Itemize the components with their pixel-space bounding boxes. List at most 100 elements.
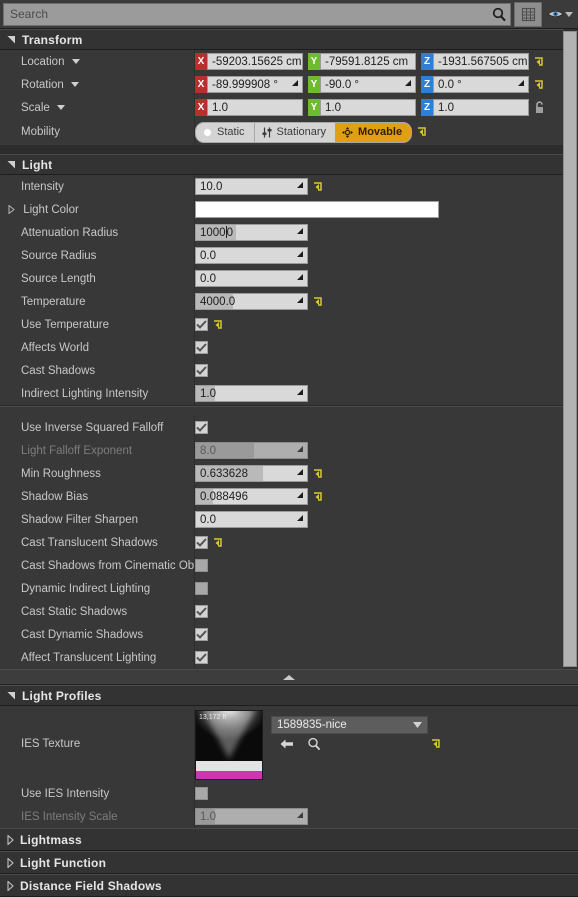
chevron-down-icon[interactable] <box>565 11 573 17</box>
revert-icon[interactable] <box>313 181 324 193</box>
use-inverse-squared-falloff-checkbox[interactable] <box>195 421 208 434</box>
spinner-icon[interactable] <box>517 79 525 87</box>
spinner-icon[interactable] <box>296 388 304 396</box>
scale-z[interactable]: Z 1.0 <box>421 99 529 116</box>
details-toolbar <box>0 0 578 29</box>
rotation-x[interactable]: X -89.999908 ° <box>195 76 303 93</box>
chevron-down-icon[interactable] <box>71 81 80 87</box>
property-label-rotation[interactable]: Rotation <box>0 79 195 91</box>
location-z[interactable]: Z -1931.567505 cm <box>421 53 529 70</box>
check-icon <box>196 653 207 662</box>
cast-dynamic-shadows-checkbox[interactable] <box>195 628 208 641</box>
row-cast-shadows-from-cinematic-objects: Cast Shadows from Cinematic Obje <box>0 554 578 577</box>
category-header-light[interactable]: Light <box>0 154 578 175</box>
category-header-light-function[interactable]: Light Function <box>0 851 578 874</box>
property-label-scale[interactable]: Scale <box>0 102 195 114</box>
spinner-icon[interactable] <box>296 491 304 499</box>
shadow-bias-input[interactable]: 0.088496 <box>195 488 308 505</box>
light-falloff-exponent-value: 8.0 <box>200 444 216 457</box>
shadow-filter-sharpen-input[interactable]: 0.0 <box>195 511 308 528</box>
revert-icon[interactable] <box>213 319 224 331</box>
scale-y[interactable]: Y 1.0 <box>308 99 416 116</box>
property-label-location[interactable]: Location <box>0 56 195 68</box>
use-ies-intensity-checkbox[interactable] <box>195 787 208 800</box>
location-y-value[interactable]: -79591.8125 cm <box>321 56 408 68</box>
scale-x-value[interactable]: 1.0 <box>208 102 228 114</box>
location-x[interactable]: X -59203.15625 cm <box>195 53 303 70</box>
location-z-value[interactable]: -1931.567505 cm <box>434 56 528 68</box>
revert-icon[interactable] <box>313 296 324 308</box>
chevron-down-icon[interactable] <box>71 58 80 64</box>
cast-shadows-checkbox[interactable] <box>195 364 208 377</box>
dynamic-indirect-lighting-checkbox[interactable] <box>195 582 208 595</box>
source-radius-input[interactable]: 0.0 <box>195 247 308 264</box>
rotation-y[interactable]: Y -90.0 ° <box>308 76 416 93</box>
spinner-icon[interactable] <box>296 296 304 304</box>
cast-shadows-from-cinematic-objects-checkbox[interactable] <box>195 559 208 572</box>
rotation-z[interactable]: Z 0.0 ° <box>421 76 529 93</box>
ies-texture-asset-picker[interactable]: 1589835-nice <box>271 716 428 734</box>
property-label-light-color[interactable]: Light Color <box>0 204 195 216</box>
category-header-lightmass[interactable]: Lightmass <box>0 828 578 851</box>
revert-icon[interactable] <box>313 491 324 503</box>
category-header-light-profiles[interactable]: Light Profiles <box>0 685 578 706</box>
collapse-advanced-button[interactable] <box>0 669 578 685</box>
magnifier-icon[interactable] <box>488 4 510 25</box>
rotation-y-value[interactable]: -90.0 ° <box>321 79 359 91</box>
light-color-swatch[interactable] <box>195 201 439 218</box>
use-selected-asset-icon[interactable] <box>280 738 294 750</box>
indirect-lighting-intensity-input[interactable]: 1.0 <box>195 385 308 402</box>
rotation-z-value[interactable]: 0.0 ° <box>434 79 462 91</box>
spinner-icon[interactable] <box>291 79 299 87</box>
min-roughness-input[interactable]: 0.633628 <box>195 465 308 482</box>
ies-texture-thumbnail[interactable]: 13,172 ft <box>195 710 263 780</box>
spinner-icon[interactable] <box>296 227 304 235</box>
spinner-icon[interactable] <box>296 468 304 476</box>
intensity-input[interactable]: 10.0 <box>195 178 308 195</box>
revert-icon[interactable] <box>431 738 442 750</box>
category-header-distance-field-shadows[interactable]: Distance Field Shadows <box>0 874 578 897</box>
search-field-wrapper[interactable] <box>3 2 511 26</box>
attenuation-radius-input[interactable]: 10000 <box>195 224 308 241</box>
spinner-icon[interactable] <box>404 79 412 87</box>
scale-z-value[interactable]: 1.0 <box>434 102 454 114</box>
row-attenuation-radius: Attenuation Radius 10000 <box>0 221 578 244</box>
visibility-options-button[interactable] <box>545 3 575 26</box>
scale-y-value[interactable]: 1.0 <box>321 102 341 114</box>
property-label-affect-translucent-lighting: Affect Translucent Lighting <box>21 651 157 664</box>
spinner-icon[interactable] <box>296 250 304 258</box>
category-title: Light Profiles <box>22 688 102 703</box>
revert-icon[interactable] <box>534 79 545 91</box>
revert-icon[interactable] <box>534 56 545 68</box>
collapsed-triangle-icon[interactable] <box>8 203 15 215</box>
revert-icon[interactable] <box>313 468 324 480</box>
rotation-x-value[interactable]: -89.999908 ° <box>208 79 278 91</box>
temperature-value: 4000.0 <box>200 295 236 308</box>
mobility-option-static[interactable]: Static <box>196 123 254 142</box>
use-temperature-checkbox[interactable] <box>195 318 208 331</box>
cast-static-shadows-checkbox[interactable] <box>195 605 208 618</box>
spinner-icon[interactable] <box>296 514 304 522</box>
revert-icon[interactable] <box>417 126 428 138</box>
mobility-option-stationary[interactable]: Stationary <box>255 123 336 142</box>
temperature-input[interactable]: 4000.0 <box>195 293 308 310</box>
cast-translucent-shadows-checkbox[interactable] <box>195 536 208 549</box>
chevron-down-icon[interactable] <box>413 722 422 728</box>
source-length-input[interactable]: 0.0 <box>195 270 308 287</box>
browse-asset-icon[interactable] <box>307 737 321 751</box>
mobility-option-movable[interactable]: Movable <box>335 122 412 142</box>
scale-x[interactable]: X 1.0 <box>195 99 303 116</box>
mobility-toggle-group[interactable]: Static Stationary Movable <box>195 121 413 143</box>
location-x-value[interactable]: -59203.15625 cm <box>208 56 302 68</box>
grid-view-icon[interactable] <box>514 1 542 27</box>
revert-icon[interactable] <box>213 537 224 549</box>
unlocked-padlock-icon[interactable] <box>534 101 545 114</box>
affects-world-checkbox[interactable] <box>195 341 208 354</box>
chevron-down-icon[interactable] <box>56 104 65 110</box>
location-y[interactable]: Y -79591.8125 cm <box>308 53 416 70</box>
spinner-icon[interactable] <box>296 273 304 281</box>
affect-translucent-lighting-checkbox[interactable] <box>195 651 208 664</box>
spinner-icon[interactable] <box>296 181 304 189</box>
search-input[interactable] <box>4 4 488 24</box>
category-header-transform[interactable]: Transform <box>0 29 578 50</box>
